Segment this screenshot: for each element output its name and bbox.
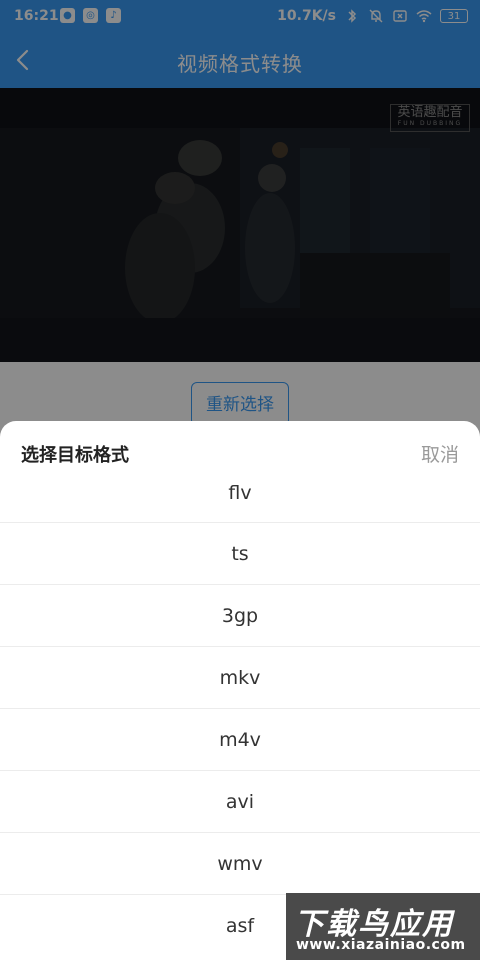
format-option-flv[interactable]: flv <box>0 463 480 523</box>
format-option-3gp[interactable]: 3gp <box>0 585 480 647</box>
format-list: flv ts 3gp mkv m4v avi wmv asf <box>0 463 480 957</box>
format-option-m4v[interactable]: m4v <box>0 709 480 771</box>
format-option-ts[interactable]: ts <box>0 523 480 585</box>
format-option-avi[interactable]: avi <box>0 771 480 833</box>
format-bottom-sheet: 选择目标格式 取消 flv ts 3gp mkv m4v avi wmv asf <box>0 421 480 960</box>
site-watermark: 下载鸟应用 www.xiazainiao.com <box>286 893 480 960</box>
site-watermark-url: www.xiazainiao.com <box>296 937 466 953</box>
format-option-wmv[interactable]: wmv <box>0 833 480 895</box>
format-option-mkv[interactable]: mkv <box>0 647 480 709</box>
